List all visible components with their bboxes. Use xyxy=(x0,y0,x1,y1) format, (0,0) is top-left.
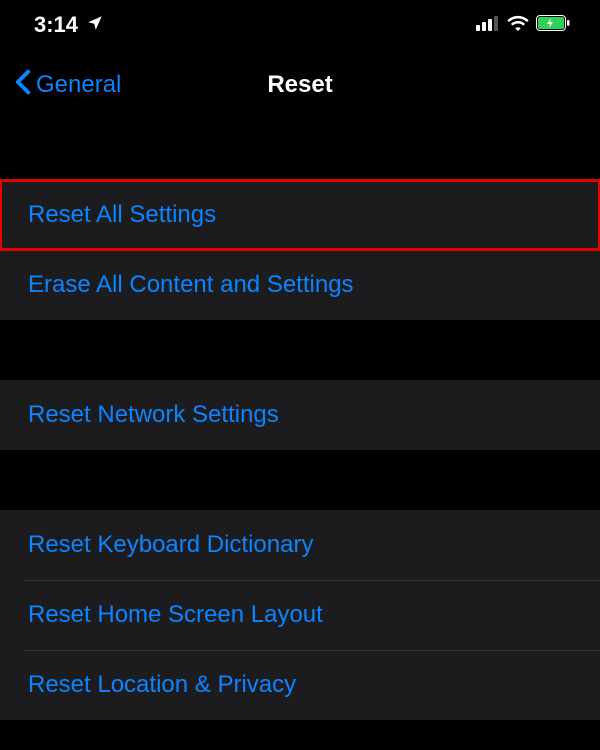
status-time: 3:14 xyxy=(34,12,78,38)
list-item-label: Erase All Content and Settings xyxy=(28,271,354,299)
cellular-signal-icon xyxy=(476,15,500,36)
reset-location-privacy-item[interactable]: Reset Location & Privacy xyxy=(0,650,600,720)
list-item-label: Reset Home Screen Layout xyxy=(28,601,323,629)
list-item-label: Reset Location & Privacy xyxy=(28,671,296,699)
settings-group-1: Reset All Settings Erase All Content and… xyxy=(0,180,600,320)
back-button[interactable]: General xyxy=(14,69,121,102)
wifi-icon xyxy=(507,15,529,36)
status-right xyxy=(476,15,570,36)
list-item-label: Reset Network Settings xyxy=(28,401,279,429)
erase-all-content-item[interactable]: Erase All Content and Settings xyxy=(0,250,600,320)
reset-keyboard-dictionary-item[interactable]: Reset Keyboard Dictionary xyxy=(0,510,600,580)
reset-all-settings-item[interactable]: Reset All Settings xyxy=(0,180,600,250)
spacer xyxy=(0,720,600,750)
status-bar: 3:14 xyxy=(0,0,600,50)
list-item-label: Reset Keyboard Dictionary xyxy=(28,531,313,559)
chevron-left-icon xyxy=(14,69,32,102)
battery-charging-icon xyxy=(536,15,570,36)
settings-group-2: Reset Network Settings xyxy=(0,380,600,450)
reset-network-settings-item[interactable]: Reset Network Settings xyxy=(0,380,600,450)
spacer xyxy=(0,450,600,510)
spacer xyxy=(0,320,600,380)
status-left: 3:14 xyxy=(34,12,104,38)
back-label: General xyxy=(36,71,121,99)
location-arrow-icon xyxy=(86,14,104,37)
settings-group-3: Reset Keyboard Dictionary Reset Home Scr… xyxy=(0,510,600,720)
reset-home-screen-layout-item[interactable]: Reset Home Screen Layout xyxy=(0,580,600,650)
list-item-label: Reset All Settings xyxy=(28,201,216,229)
nav-bar: General Reset xyxy=(0,50,600,120)
spacer xyxy=(0,120,600,180)
